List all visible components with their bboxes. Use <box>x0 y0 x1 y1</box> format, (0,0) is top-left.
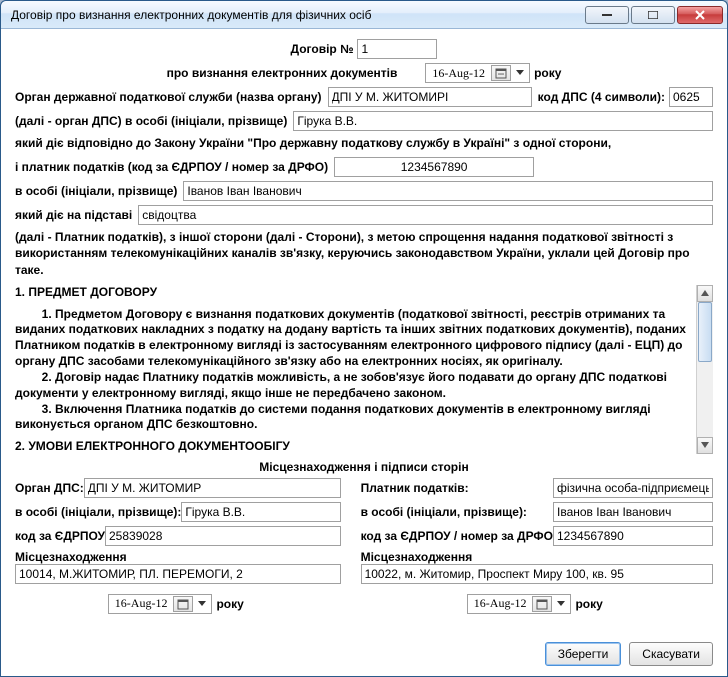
left-osobi-input[interactable] <box>181 502 340 522</box>
window: Договір про визнання електронних докумен… <box>0 0 728 677</box>
pidstava-input[interactable] <box>138 205 713 225</box>
right-platnyk-label: Платник податків: <box>361 481 469 495</box>
year-suffix: року <box>534 66 561 80</box>
calendar-icon[interactable] <box>532 596 552 612</box>
section-1-heading: 1. ПРЕДМЕТ ДОГОВОРУ <box>15 285 692 301</box>
long-para: (далі - Платник податків), з іншої сторо… <box>15 229 713 278</box>
button-row: Зберегти Скасувати <box>15 632 713 666</box>
calendar-icon[interactable] <box>173 596 193 612</box>
right-osobi-input[interactable] <box>553 502 713 522</box>
left-organ-input[interactable] <box>84 478 341 498</box>
right-year-suffix: року <box>575 597 602 611</box>
chevron-down-icon[interactable] <box>195 596 209 612</box>
scroll-track[interactable] <box>697 302 713 437</box>
vertical-scrollbar[interactable] <box>696 285 713 454</box>
left-year-suffix: року <box>216 597 243 611</box>
minimize-button[interactable] <box>585 6 629 24</box>
pidstava-row: який діє на підставі <box>15 205 713 225</box>
contract-no-row: Договір № <box>15 39 713 59</box>
right-addr-label: Місцезнаходження <box>361 550 713 564</box>
right-date-row: 16-Aug-12 року <box>361 594 713 614</box>
save-button[interactable]: Зберегти <box>545 642 622 666</box>
left-osobi-label: в особі (ініціали, прізвище): <box>15 505 181 519</box>
chevron-down-icon[interactable] <box>513 65 527 81</box>
close-button[interactable] <box>677 6 723 24</box>
v-osobi-input[interactable] <box>183 181 713 201</box>
kod-dps-label: код ДПС (4 символи): <box>538 90 665 104</box>
sig-right: Платник податків: в особі (ініціали, прі… <box>361 478 713 614</box>
subtitle-label: про визнання електронних документів <box>167 66 398 80</box>
dali-organ-row: (далі - орган ДПС) в особі (ініціали, пр… <box>15 111 713 131</box>
scroll-thumb[interactable] <box>698 302 712 362</box>
header-date-picker[interactable]: 16-Aug-12 <box>425 63 530 83</box>
left-date-picker[interactable]: 16-Aug-12 <box>108 594 213 614</box>
calendar-icon[interactable] <box>491 65 511 81</box>
platnyk-code-row: і платник податків (код за ЄДРПОУ / номе… <box>15 157 713 177</box>
dali-organ-label: (далі - орган ДПС) в особі (ініціали, пр… <box>15 114 287 128</box>
sig-header-row: Місцезнаходження і підписи сторін <box>15 460 713 474</box>
para-1: 1. Предметом Договору є визнання податко… <box>15 307 692 370</box>
right-date-picker[interactable]: 16-Aug-12 <box>467 594 572 614</box>
dali-organ-input[interactable] <box>293 111 713 131</box>
organ-row: Орган державної податкової служби (назва… <box>15 87 713 107</box>
section-2-heading: 2. УМОВИ ЕЛЕКТРОННОГО ДОКУМЕНТООБІГУ <box>15 439 692 454</box>
left-date-value: 16-Aug-12 <box>111 596 172 611</box>
left-addr-input[interactable] <box>15 564 341 584</box>
titlebar[interactable]: Договір про визнання електронних докумен… <box>1 1 727 29</box>
header-date-value: 16-Aug-12 <box>428 66 489 81</box>
scroll-down-button[interactable] <box>697 437 713 454</box>
organ-label: Орган державної податкової служби (назва… <box>15 90 322 104</box>
right-osobi-label: в особі (ініціали, прізвище): <box>361 505 527 519</box>
window-title: Договір про визнання електронних докумен… <box>11 8 583 22</box>
left-edrpou-input[interactable] <box>105 526 341 546</box>
zakon-text: який діє відповідно до Закону України "П… <box>15 135 713 151</box>
v-osobi-row: в особі (ініціали, прізвище) <box>15 181 713 201</box>
subtitle-row: про визнання електронних документів 16-A… <box>15 63 713 83</box>
kod-dps-input[interactable] <box>669 87 713 107</box>
cancel-button[interactable]: Скасувати <box>629 642 713 666</box>
platnyk-code-input[interactable] <box>334 157 534 177</box>
para-2: 2. Договір надає Платнику податків можли… <box>15 370 692 402</box>
para-3: 3. Включення Платника податків до систем… <box>15 402 692 434</box>
left-edrpou-label: код за ЄДРПОУ <box>15 529 105 543</box>
maximize-button[interactable] <box>631 6 675 24</box>
right-platnyk-input[interactable] <box>553 478 713 498</box>
v-osobi-label: в особі (ініціали, прізвище) <box>15 184 177 198</box>
contract-no-label: Договір № <box>291 42 354 56</box>
right-edrpou-label: код за ЄДРПОУ / номер за ДРФО <box>361 529 553 543</box>
platnyk-code-label: і платник податків (код за ЄДРПОУ / номе… <box>15 160 328 174</box>
scroll-up-button[interactable] <box>697 285 713 302</box>
sig-left: Орган ДПС: в особі (ініціали, прізвище):… <box>15 478 341 614</box>
left-date-row: 16-Aug-12 року <box>15 594 341 614</box>
client-area: Договір № про визнання електронних докум… <box>1 29 727 676</box>
sig-header: Місцезнаходження і підписи сторін <box>259 460 468 474</box>
organ-input[interactable] <box>328 87 532 107</box>
left-addr-label: Місцезнаходження <box>15 550 341 564</box>
right-edrpou-input[interactable] <box>553 526 713 546</box>
contract-no-input[interactable] <box>357 39 437 59</box>
left-organ-label: Орган ДПС: <box>15 481 84 495</box>
contract-body-scroll: 1. ПРЕДМЕТ ДОГОВОРУ 1. Предметом Договор… <box>15 284 713 454</box>
right-date-value: 16-Aug-12 <box>470 596 531 611</box>
pidstava-label: який діє на підставі <box>15 208 132 222</box>
right-addr-input[interactable] <box>361 564 713 584</box>
chevron-down-icon[interactable] <box>554 596 568 612</box>
signatures: Орган ДПС: в особі (ініціали, прізвище):… <box>15 478 713 614</box>
contract-body: 1. ПРЕДМЕТ ДОГОВОРУ 1. Предметом Договор… <box>15 285 696 454</box>
